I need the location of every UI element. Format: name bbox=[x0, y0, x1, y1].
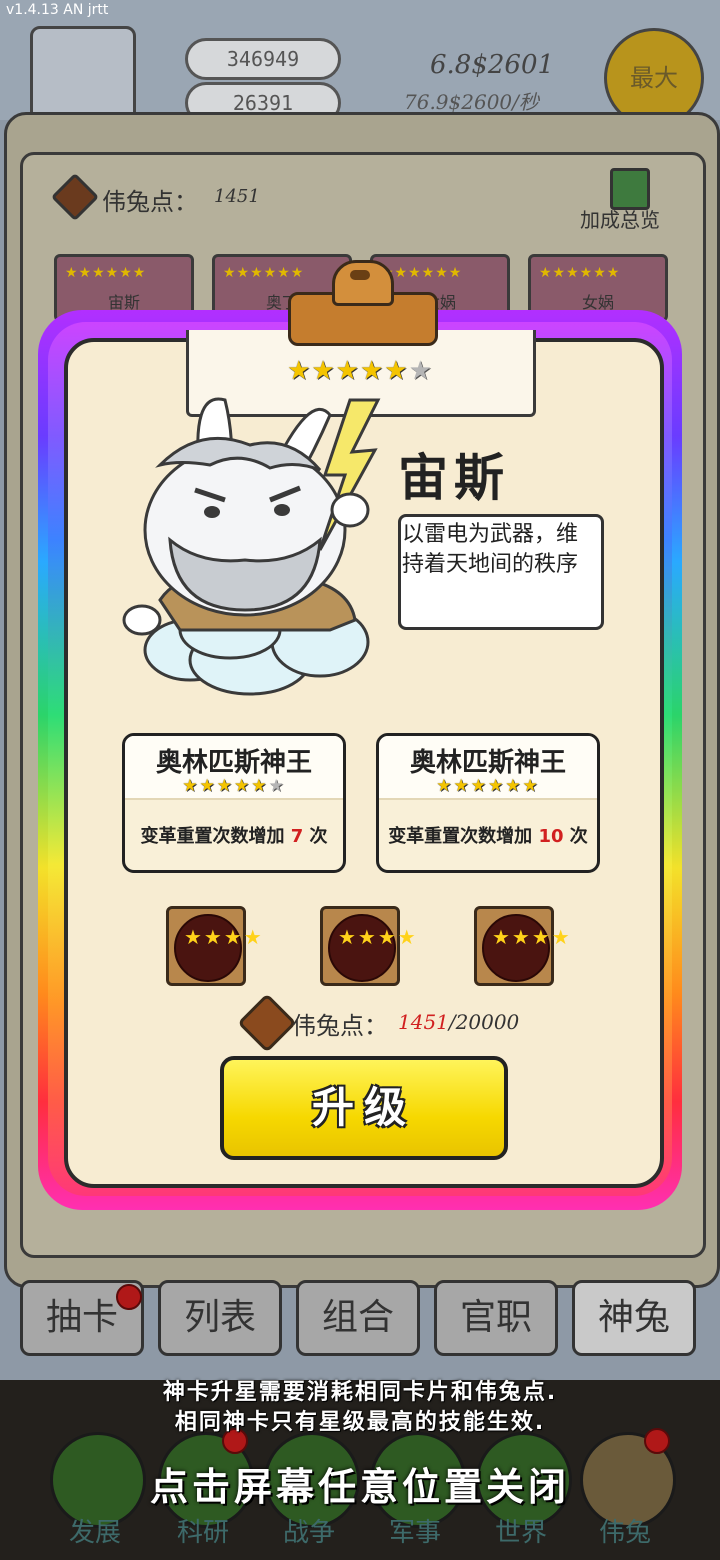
bonus-overview-label[interactable]: 加成总览 bbox=[580, 204, 660, 233]
clipboard-clip-hole bbox=[350, 270, 370, 280]
nav-research-label: 科研 bbox=[176, 1518, 229, 1548]
slot-badge: ★★★★ bbox=[328, 914, 418, 982]
mini-card-stars: ★★★★★★ bbox=[223, 265, 305, 281]
tab-office[interactable]: 官职 bbox=[434, 1280, 558, 1356]
points-required: /20000 bbox=[448, 1010, 520, 1034]
material-card-slot[interactable]: ★★★★ bbox=[320, 906, 418, 986]
gold-rate: 76.9$2600/秒 bbox=[404, 90, 539, 114]
avatar[interactable] bbox=[30, 26, 136, 122]
tab-divine-rabbit[interactable]: 神兔 bbox=[572, 1280, 696, 1356]
skill-desc-value: 7 bbox=[290, 826, 304, 847]
material-card-slot[interactable]: ★★★★ bbox=[166, 906, 264, 986]
nav-war-label: 战争 bbox=[282, 1518, 335, 1548]
mini-card-stars: ★★★★★★ bbox=[65, 265, 147, 281]
upgrade-hint-line2: 相同神卡只有星级最高的技能生效. bbox=[174, 1410, 546, 1435]
points-current: 1451 bbox=[398, 1010, 449, 1034]
tab-combo[interactable]: 组合 bbox=[296, 1280, 420, 1356]
star-empty-icon: ★ bbox=[408, 356, 433, 386]
slot-stars-icon: ★★★★ bbox=[338, 925, 418, 949]
gem-counter: 346949 bbox=[185, 38, 341, 80]
version-label: v1.4.13 AN jrtt bbox=[6, 2, 109, 18]
character-description: 以雷电为武器，维持着天地间的秩序 bbox=[402, 522, 579, 577]
star-filled-icon: ★★★★★ bbox=[182, 776, 269, 796]
nav-world-label: 世界 bbox=[494, 1518, 547, 1548]
tab-list[interactable]: 列表 bbox=[158, 1280, 282, 1356]
slot-stars-icon: ★★★★ bbox=[184, 925, 264, 949]
slot-stars-icon: ★★★★ bbox=[492, 925, 572, 949]
points-label: 伟兔点： bbox=[292, 1012, 388, 1040]
skill-description: 变革重置次数增加 10 次 bbox=[379, 822, 597, 848]
skill-card-current: 奥林匹斯神王 ★★★★★★ 变革重置次数增加 7 次 bbox=[122, 733, 346, 873]
skill-desc-suffix: 次 bbox=[563, 826, 588, 847]
star-empty-icon: ★ bbox=[268, 776, 286, 796]
character-name: 宙斯 bbox=[398, 448, 510, 507]
skill-card-next: 奥林匹斯神王 ★★★★★★ 变革重置次数增加 10 次 bbox=[376, 733, 600, 873]
skill-desc-value: 10 bbox=[538, 826, 564, 847]
skill-desc-suffix: 次 bbox=[303, 826, 328, 847]
gold-amount: 6.8$2601 bbox=[430, 50, 555, 80]
skill-desc-prefix: 变革重置次数增加 bbox=[140, 826, 291, 847]
skill-stars: ★★★★★★ bbox=[125, 776, 343, 796]
upgrade-hint-line1: 神卡升星需要消耗相同卡片和伟兔点. bbox=[162, 1380, 558, 1405]
zeus-rabbit-illustration bbox=[122, 397, 381, 696]
panel-points-label: 伟兔点： bbox=[102, 188, 198, 216]
nav-military-label: 军事 bbox=[388, 1518, 441, 1548]
close-hint[interactable]: 点击屏幕任意位置关闭 bbox=[0, 1456, 720, 1511]
skill-desc-prefix: 变革重置次数增加 bbox=[388, 826, 539, 847]
star-filled-icon: ★★★★★★ bbox=[436, 776, 540, 796]
slot-badge: ★★★★ bbox=[482, 914, 572, 982]
skill-description: 变革重置次数增加 7 次 bbox=[125, 822, 343, 848]
notification-dot bbox=[116, 1284, 142, 1310]
points-progress: 1451/20000 bbox=[398, 1010, 519, 1034]
mini-card-stars: ★★★★★★ bbox=[539, 265, 621, 281]
skill-title: 奥林匹斯神王 bbox=[409, 748, 566, 778]
skill-stars: ★★★★★★ bbox=[379, 776, 597, 796]
nav-develop-label: 发展 bbox=[68, 1518, 121, 1548]
nav-rabbit-label: 伟兔 bbox=[598, 1518, 651, 1548]
slot-badge: ★★★★ bbox=[174, 914, 264, 982]
clipboard-clip-top bbox=[332, 260, 394, 306]
top-bar: 346949 26391 6.8$2601 76.9$2600/秒 最大 bbox=[0, 0, 720, 128]
panel-points-value: 1451 bbox=[214, 186, 260, 207]
material-card-slot[interactable]: ★★★★ bbox=[474, 906, 572, 986]
skill-title: 奥林匹斯神王 bbox=[155, 748, 312, 778]
upgrade-button[interactable]: 升级 bbox=[220, 1056, 508, 1160]
